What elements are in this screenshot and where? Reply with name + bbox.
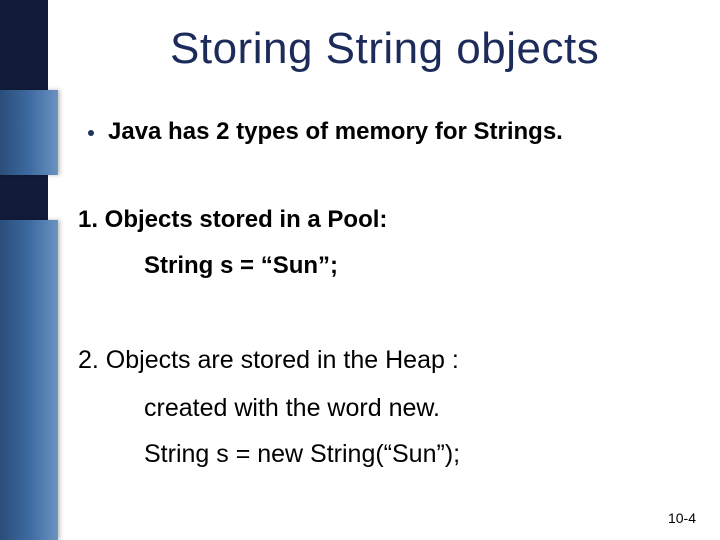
bullet-text: Java has 2 types of memory for Strings. bbox=[108, 118, 563, 146]
bullet-row: Java has 2 types of memory for Strings. bbox=[88, 118, 563, 146]
bullet-dot-icon bbox=[88, 130, 94, 136]
item-2-line-1: created with the word new. bbox=[144, 394, 440, 423]
item-1-code: String s = “Sun”; bbox=[144, 252, 338, 280]
side-band-bottom bbox=[0, 220, 58, 540]
item-2-heading: 2. Objects are stored in the Heap : bbox=[78, 346, 459, 375]
item-2-code: String s = new String(“Sun”); bbox=[144, 440, 460, 469]
page-number: 10-4 bbox=[668, 510, 696, 526]
slide-title: Storing String objects bbox=[170, 24, 599, 74]
item-1-heading: 1. Objects stored in a Pool: bbox=[78, 206, 387, 234]
slide: Storing String objects Java has 2 types … bbox=[0, 0, 720, 540]
side-band-top bbox=[0, 90, 58, 175]
